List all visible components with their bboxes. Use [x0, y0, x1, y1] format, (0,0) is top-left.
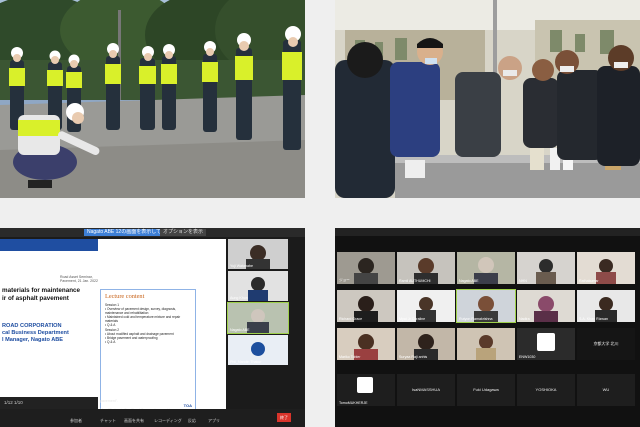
participant-tile[interactable]: 京都大学 北川 — [577, 328, 635, 360]
grid-top-bar — [335, 228, 640, 236]
zoom-top-bar: Nagato ABE 12の画面を表示しています オプションを表示 — [0, 228, 305, 237]
participant-video[interactable]: Yuji Watanabe — [228, 239, 288, 269]
slide-title: materials for maintenance ir of asphalt … — [2, 287, 81, 302]
participant-tile[interactable]: Fuki Udagawa — [457, 374, 515, 406]
participant-tile[interactable]: Mariko Tobler — [337, 328, 395, 360]
participant-tile[interactable]: Myat Jr Coraline — [397, 290, 455, 322]
shared-slide: Road Asset Seminar, Pavement, 21 Jan. 20… — [0, 239, 226, 411]
participant-tile[interactable]: Richard Grace — [337, 290, 395, 322]
participant-tile[interactable]: Suryaa Raji anhis — [397, 328, 455, 360]
participant-gallery: Yuji Watanabe Aung Khun Nagato ABE Phil_… — [227, 239, 289, 367]
participant-tile[interactable]: TomoMUKHERJE — [337, 374, 395, 406]
apps-button[interactable]: アプリ — [208, 418, 220, 424]
chat-button[interactable]: チャット — [100, 418, 116, 424]
lecture-item: • Q & A — [105, 339, 116, 344]
lecture-content-title: Lecture content — [105, 293, 145, 300]
lecture-content-list: Session 1 • Overview of pavement design,… — [105, 303, 191, 344]
participant-tile[interactable]: NHN — [517, 252, 575, 284]
online-lecture-screenshot: Nagato ABE 12の画面を表示しています オプションを表示 Road A… — [0, 228, 305, 427]
participant-tile[interactable]: Ramil AUTHUMCHI — [397, 252, 455, 284]
organization-logo — [537, 333, 555, 351]
lecture-content-slide: Lecture content Session 1 • Overview of … — [100, 289, 196, 411]
participant-tile[interactable]: S.A. Khan Rizwan — [577, 290, 635, 322]
slide-date: Road Asset Seminar, Pavement, 21 Jan. 20… — [60, 275, 98, 283]
participants-button[interactable]: 参加者 — [70, 418, 82, 424]
participant-tile[interactable]: Nadira — [517, 290, 575, 322]
slide-navigation[interactable]: 1/12 1/10 — [0, 397, 98, 409]
record-button[interactable]: レコーディング — [154, 418, 182, 424]
end-meeting-button[interactable]: 終了 — [277, 413, 291, 422]
share-screen-button[interactable]: 画面を共有 — [124, 418, 144, 424]
participant-tile[interactable]: WU — [577, 374, 635, 406]
slide-header-band — [0, 239, 98, 251]
participant-tile[interactable]: Rathakumar — [577, 252, 635, 284]
participant-tile[interactable]: YOSHIOKA — [517, 374, 575, 406]
view-options-chip[interactable]: オプションを表示 — [160, 229, 207, 236]
participant-video[interactable]: Phil_Nandin Thakur — [228, 335, 288, 365]
zoom-control-bar: 参加者 チャット 画面を共有 レコーディング 反応 アプリ 終了 — [0, 409, 305, 427]
active-speaker-video[interactable]: Nagato ABE — [227, 302, 289, 334]
site-inspection-photo — [0, 0, 305, 198]
participant-tile[interactable] — [457, 328, 515, 360]
participant-video[interactable]: Aung Khun — [228, 271, 288, 301]
participant-tile[interactable]: ジョー — [337, 252, 395, 284]
title-slide: Road Asset Seminar, Pavement, 21 Jan. 20… — [0, 239, 98, 349]
reactions-button[interactable]: 反応 — [188, 418, 196, 424]
active-speaker-tile[interactable]: Rutyon Ramakrishna — [456, 289, 516, 323]
participant-tile[interactable]: Nagato ABE — [457, 252, 515, 284]
organization-logo — [357, 377, 373, 393]
laboratory-photo — [335, 0, 640, 198]
participant-tile[interactable]: ENW1030 — [517, 328, 575, 360]
participant-tile[interactable]: IsaNMASSHUA — [397, 374, 455, 406]
participant-grid-screenshot: ジョー Ramil AUTHUMCHI Nagato ABE NHN Ratha… — [335, 228, 640, 427]
slide-organization: ROAD CORPORATION cal Business Department… — [2, 323, 69, 343]
